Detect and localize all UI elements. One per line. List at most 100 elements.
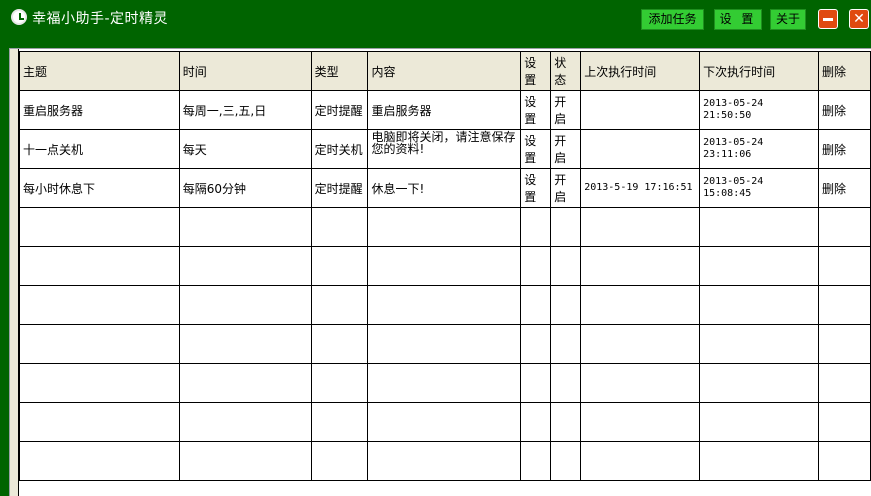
empty-rows [19,207,871,481]
task-table: 主题 时间 类型 内容 设置 状态 上次执行时间 下次执行时间 删除 重启服务器… [19,51,871,481]
empty-cell [367,246,522,286]
cell-last-run [580,90,701,130]
about-button[interactable]: 关于 [770,9,806,30]
empty-cell [699,441,819,481]
empty-cell [580,207,701,247]
cell-next-run: 2013-05-24 23:11:06 [699,129,819,169]
empty-row [19,441,871,481]
close-icon[interactable]: ✕ [849,9,869,29]
cell-subject: 十一点关机 [19,129,180,169]
cell-type: 定时关机 [310,129,369,169]
empty-cell [699,285,819,325]
empty-cell [550,246,582,286]
empty-row [19,402,871,442]
header-content[interactable]: 内容 [367,51,522,91]
status-toggle[interactable]: 开启 [550,129,582,169]
empty-cell [817,324,871,364]
settings-link[interactable]: 设置 [520,129,552,169]
title-bar: 幸福小助手-定时精灵 添加任务 设 置 关于 ✕ [0,0,871,38]
empty-cell [580,324,701,364]
empty-cell [520,324,552,364]
empty-row [19,324,871,364]
empty-cell [580,246,701,286]
minimize-icon[interactable] [818,9,838,29]
empty-cell [367,207,522,247]
empty-cell [550,207,582,247]
empty-cell [550,324,582,364]
cell-content: 电脑即将关闭，请注意保存您的资料! [367,129,522,169]
add-task-button[interactable]: 添加任务 [641,9,704,30]
cell-last-run [580,129,701,169]
cell-last-run: 2013-5-19 17:16:51 [580,168,701,208]
cell-next-run: 2013-05-24 21:50:50 [699,90,819,130]
table-row[interactable]: 重启服务器 每周一,三,五,日 定时提醒 重启服务器 设置 开启 2013-05… [19,90,871,130]
empty-cell [19,285,180,325]
empty-cell [178,246,312,286]
empty-cell [550,441,582,481]
empty-cell [367,402,522,442]
empty-cell [580,285,701,325]
delete-link[interactable]: 删除 [817,168,871,208]
empty-cell [699,363,819,403]
settings-link[interactable]: 设置 [520,90,552,130]
empty-cell [550,363,582,403]
status-toggle[interactable]: 开启 [550,90,582,130]
cell-subject: 每小时休息下 [19,168,180,208]
row-gutter [10,49,19,496]
empty-cell [310,363,369,403]
empty-cell [520,207,552,247]
empty-row [19,363,871,403]
header-last-run[interactable]: 上次执行时间 [580,51,701,91]
empty-cell [19,363,180,403]
empty-cell [699,402,819,442]
empty-cell [817,402,871,442]
empty-cell [367,324,522,364]
empty-cell [580,441,701,481]
header-settings[interactable]: 设置 [520,51,552,91]
empty-cell [817,363,871,403]
cell-time: 每周一,三,五,日 [178,90,312,130]
settings-button[interactable]: 设 置 [714,9,762,30]
empty-cell [310,246,369,286]
cell-subject: 重启服务器 [19,90,180,130]
empty-cell [817,246,871,286]
header-delete[interactable]: 删除 [817,51,871,91]
empty-row [19,285,871,325]
delete-link[interactable]: 删除 [817,90,871,130]
delete-link[interactable]: 删除 [817,129,871,169]
header-type[interactable]: 类型 [310,51,369,91]
empty-cell [520,441,552,481]
empty-cell [310,324,369,364]
clock-icon [11,9,27,25]
empty-cell [178,402,312,442]
empty-cell [178,207,312,247]
empty-cell [699,246,819,286]
table-row[interactable]: 十一点关机 每天 定时关机 电脑即将关闭，请注意保存您的资料! 设置 开启 20… [19,129,871,169]
empty-cell [520,402,552,442]
cell-time: 每隔60分钟 [178,168,312,208]
empty-cell [367,285,522,325]
header-subject[interactable]: 主题 [19,51,180,91]
empty-cell [178,363,312,403]
cell-next-run: 2013-05-24 15:08:45 [699,168,819,208]
empty-row [19,207,871,247]
header-row: 主题 时间 类型 内容 设置 状态 上次执行时间 下次执行时间 删除 [19,51,871,91]
header-time[interactable]: 时间 [178,51,312,91]
cell-time: 每天 [178,129,312,169]
empty-cell [19,441,180,481]
empty-cell [310,285,369,325]
empty-row [19,246,871,286]
empty-cell [699,207,819,247]
status-toggle[interactable]: 开启 [550,168,582,208]
empty-cell [520,285,552,325]
empty-cell [550,285,582,325]
empty-cell [19,402,180,442]
header-next-run[interactable]: 下次执行时间 [699,51,819,91]
settings-link[interactable]: 设置 [520,168,552,208]
empty-cell [817,207,871,247]
table-row[interactable]: 每小时休息下 每隔60分钟 定时提醒 休息一下! 设置 开启 2013-5-19… [19,168,871,208]
empty-cell [19,324,180,364]
empty-cell [178,441,312,481]
header-status[interactable]: 状态 [550,51,582,91]
empty-cell [817,285,871,325]
